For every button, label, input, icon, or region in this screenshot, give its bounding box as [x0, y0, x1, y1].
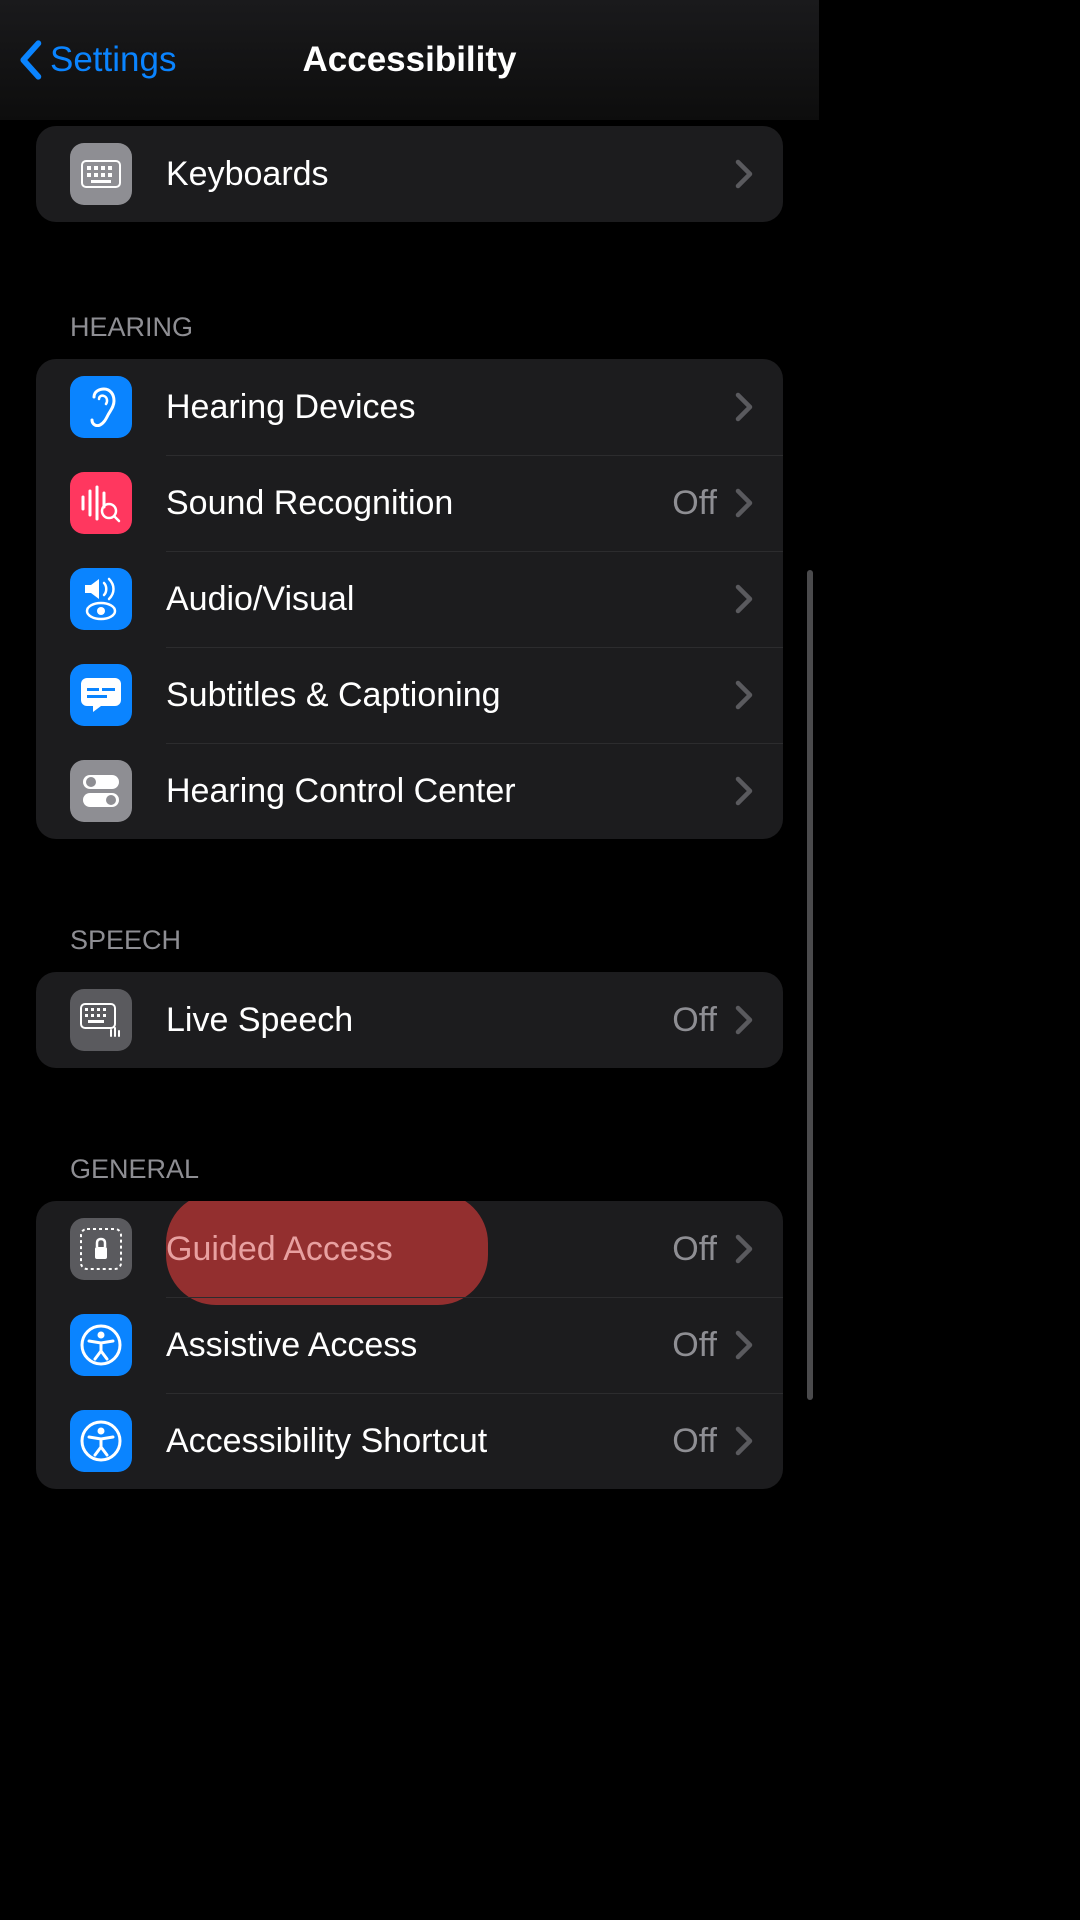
- row-value: Off: [672, 1230, 717, 1269]
- row-live-speech[interactable]: Live Speech Off: [36, 972, 783, 1068]
- row-label: Sound Recognition: [166, 484, 672, 523]
- row-keyboards[interactable]: Keyboards: [36, 126, 783, 222]
- row-label: Hearing Control Center: [166, 772, 735, 811]
- chevron-right-icon: [735, 776, 753, 806]
- section-header-hearing: Hearing: [70, 312, 783, 343]
- row-label: Keyboards: [166, 155, 735, 194]
- toggles-icon: [70, 760, 132, 822]
- chevron-right-icon: [735, 584, 753, 614]
- chevron-right-icon: [735, 392, 753, 422]
- row-value: Off: [672, 1326, 717, 1365]
- ear-icon: [70, 376, 132, 438]
- row-value: Off: [672, 1001, 717, 1040]
- back-label: Settings: [50, 40, 176, 80]
- chevron-right-icon: [735, 159, 753, 189]
- row-hearing-control-center[interactable]: Hearing Control Center: [36, 743, 783, 839]
- settings-content: Keyboards Hearing Hearing Devices: [0, 126, 819, 1489]
- row-label: Guided Access: [166, 1230, 672, 1269]
- subtitles-icon: [70, 664, 132, 726]
- keyboard-icon: [70, 143, 132, 205]
- page-title: Accessibility: [303, 40, 517, 80]
- row-label: Live Speech: [166, 1001, 672, 1040]
- row-label: Subtitles & Captioning: [166, 676, 735, 715]
- row-label: Audio/Visual: [166, 580, 735, 619]
- row-assistive-access[interactable]: Assistive Access Off: [36, 1297, 783, 1393]
- row-label: Accessibility Shortcut: [166, 1422, 672, 1461]
- chevron-right-icon: [735, 1234, 753, 1264]
- scrollbar[interactable]: [807, 570, 813, 1400]
- group-speech: Live Speech Off: [36, 972, 783, 1068]
- group-hearing: Hearing Devices Sound Recognition Off: [36, 359, 783, 839]
- live-speech-icon: [70, 989, 132, 1051]
- sound-recognition-icon: [70, 472, 132, 534]
- chevron-right-icon: [735, 1005, 753, 1035]
- row-subtitles-captioning[interactable]: Subtitles & Captioning: [36, 647, 783, 743]
- row-sound-recognition[interactable]: Sound Recognition Off: [36, 455, 783, 551]
- chevron-right-icon: [735, 1426, 753, 1456]
- navigation-header: Settings Accessibility: [0, 0, 819, 120]
- row-label: Assistive Access: [166, 1326, 672, 1365]
- row-hearing-devices[interactable]: Hearing Devices: [36, 359, 783, 455]
- accessibility-icon: [70, 1314, 132, 1376]
- audio-visual-icon: [70, 568, 132, 630]
- group-general: Guided Access Off Assistive Access Off: [36, 1201, 783, 1489]
- row-value: Off: [672, 484, 717, 523]
- chevron-left-icon: [16, 40, 44, 80]
- guided-access-icon: [70, 1218, 132, 1280]
- row-guided-access[interactable]: Guided Access Off: [36, 1201, 783, 1297]
- section-header-general: General: [70, 1154, 783, 1185]
- group-physical: Keyboards: [36, 126, 783, 222]
- row-audio-visual[interactable]: Audio/Visual: [36, 551, 783, 647]
- back-button[interactable]: Settings: [16, 40, 176, 80]
- chevron-right-icon: [735, 1330, 753, 1360]
- row-accessibility-shortcut[interactable]: Accessibility Shortcut Off: [36, 1393, 783, 1489]
- row-value: Off: [672, 1422, 717, 1461]
- section-header-speech: Speech: [70, 925, 783, 956]
- chevron-right-icon: [735, 680, 753, 710]
- accessibility-icon: [70, 1410, 132, 1472]
- row-label: Hearing Devices: [166, 388, 735, 427]
- chevron-right-icon: [735, 488, 753, 518]
